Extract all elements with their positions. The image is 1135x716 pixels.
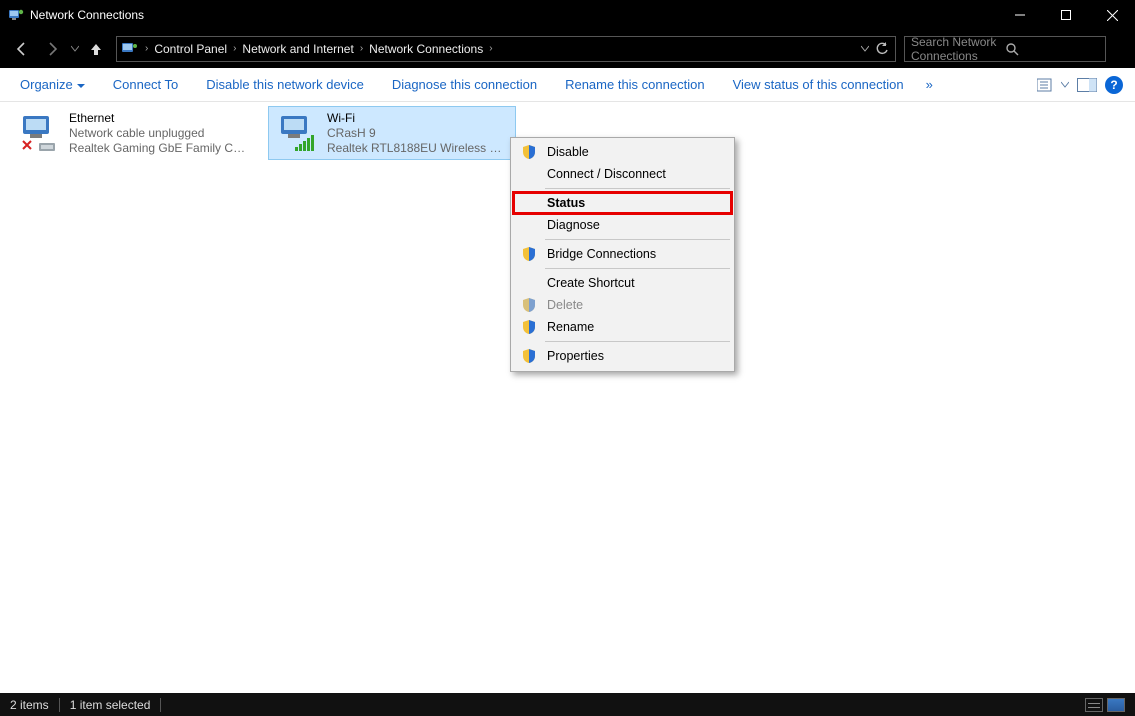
view-details-button[interactable] xyxy=(1085,698,1103,712)
organize-label: Organize xyxy=(20,77,73,92)
address-bar[interactable]: › Control Panel › Network and Internet ›… xyxy=(116,36,896,62)
window-title: Network Connections xyxy=(30,8,144,22)
context-menu-diagnose[interactable]: Diagnose xyxy=(513,214,732,236)
adapter-device: Realtek RTL8188EU Wireless LAN 8... xyxy=(327,141,507,156)
cm-label: Delete xyxy=(543,298,583,312)
shield-icon xyxy=(515,246,543,262)
adapter-device: Realtek Gaming GbE Family Contr... xyxy=(69,141,249,156)
divider xyxy=(160,698,161,712)
refresh-button[interactable] xyxy=(875,42,889,56)
ethernet-adapter-icon xyxy=(17,111,61,155)
context-menu-status[interactable]: Status xyxy=(513,192,732,214)
more-commands-button[interactable]: » xyxy=(918,73,941,96)
context-menu-properties[interactable]: Properties xyxy=(513,345,732,367)
context-menu-rename[interactable]: Rename xyxy=(513,316,732,338)
address-history-dropdown[interactable] xyxy=(861,45,869,53)
chevron-right-icon: › xyxy=(143,43,150,54)
view-large-icons-button[interactable] xyxy=(1107,698,1125,712)
adapter-wifi[interactable]: Wi-Fi CRasH 9 Realtek RTL8188EU Wireless… xyxy=(268,106,516,160)
divider xyxy=(59,698,60,712)
separator xyxy=(545,268,730,269)
separator xyxy=(545,188,730,189)
cm-label: Diagnose xyxy=(543,218,600,232)
app-icon xyxy=(8,7,24,23)
cm-label: Rename xyxy=(543,320,594,334)
command-bar: Organize Connect To Disable this network… xyxy=(0,68,1135,102)
status-bar: 2 items 1 item selected xyxy=(0,693,1135,716)
chevron-right-icon: › xyxy=(487,43,494,54)
breadcrumb-network-connections[interactable]: Network Connections xyxy=(365,42,487,56)
shield-icon xyxy=(515,348,543,364)
location-icon xyxy=(121,40,139,58)
cm-label: Bridge Connections xyxy=(543,247,656,261)
context-menu: Disable Connect / Disconnect Status Diag… xyxy=(510,137,735,372)
status-selection: 1 item selected xyxy=(70,698,151,712)
separator xyxy=(545,341,730,342)
help-button[interactable]: ? xyxy=(1105,76,1123,94)
diagnose-connection-button[interactable]: Diagnose this connection xyxy=(378,73,551,96)
adapter-status: Network cable unplugged xyxy=(69,126,249,141)
view-status-button[interactable]: View status of this connection xyxy=(719,73,918,96)
adapter-name: Wi-Fi xyxy=(327,111,507,126)
adapter-name: Ethernet xyxy=(69,111,249,126)
organize-menu[interactable]: Organize xyxy=(6,73,99,96)
context-menu-delete: Delete xyxy=(513,294,732,316)
maximize-button[interactable] xyxy=(1043,0,1089,30)
adapter-ssid: CRasH 9 xyxy=(327,126,507,141)
chevron-right-icon: › xyxy=(231,43,238,54)
search-box[interactable]: Search Network Connections xyxy=(904,36,1106,62)
chevron-right-icon: › xyxy=(358,43,365,54)
shield-icon xyxy=(515,144,543,160)
breadcrumb-control-panel[interactable]: Control Panel xyxy=(150,42,231,56)
cm-label: Create Shortcut xyxy=(543,276,635,290)
adapter-ethernet[interactable]: Ethernet Network cable unplugged Realtek… xyxy=(10,106,258,160)
content-area: Ethernet Network cable unplugged Realtek… xyxy=(0,102,1135,693)
disable-device-button[interactable]: Disable this network device xyxy=(192,73,378,96)
cm-label: Disable xyxy=(543,145,589,159)
cm-label: Properties xyxy=(543,349,604,363)
context-menu-bridge[interactable]: Bridge Connections xyxy=(513,243,732,265)
status-item-count: 2 items xyxy=(10,698,49,712)
forward-button[interactable] xyxy=(38,35,66,63)
separator xyxy=(545,239,730,240)
change-view-button[interactable] xyxy=(1037,77,1069,93)
title-bar: Network Connections xyxy=(0,0,1135,30)
preview-pane-button[interactable] xyxy=(1077,77,1097,93)
minimize-button[interactable] xyxy=(997,0,1043,30)
nav-bar: › Control Panel › Network and Internet ›… xyxy=(0,30,1135,68)
close-button[interactable] xyxy=(1089,0,1135,30)
search-placeholder: Search Network Connections xyxy=(911,35,1005,63)
recent-locations-dropdown[interactable] xyxy=(68,35,82,63)
search-icon xyxy=(1005,42,1099,56)
context-menu-disable[interactable]: Disable xyxy=(513,141,732,163)
breadcrumb-network-internet[interactable]: Network and Internet xyxy=(238,42,357,56)
context-menu-create-shortcut[interactable]: Create Shortcut xyxy=(513,272,732,294)
cm-label: Connect / Disconnect xyxy=(543,167,666,181)
cm-label: Status xyxy=(543,196,585,210)
back-button[interactable] xyxy=(8,35,36,63)
wifi-adapter-icon xyxy=(275,111,319,155)
rename-connection-button[interactable]: Rename this connection xyxy=(551,73,718,96)
shield-icon xyxy=(515,319,543,335)
context-menu-connect-disconnect[interactable]: Connect / Disconnect xyxy=(513,163,732,185)
shield-icon xyxy=(515,297,543,313)
connect-to-button[interactable]: Connect To xyxy=(99,73,193,96)
up-button[interactable] xyxy=(84,35,108,63)
